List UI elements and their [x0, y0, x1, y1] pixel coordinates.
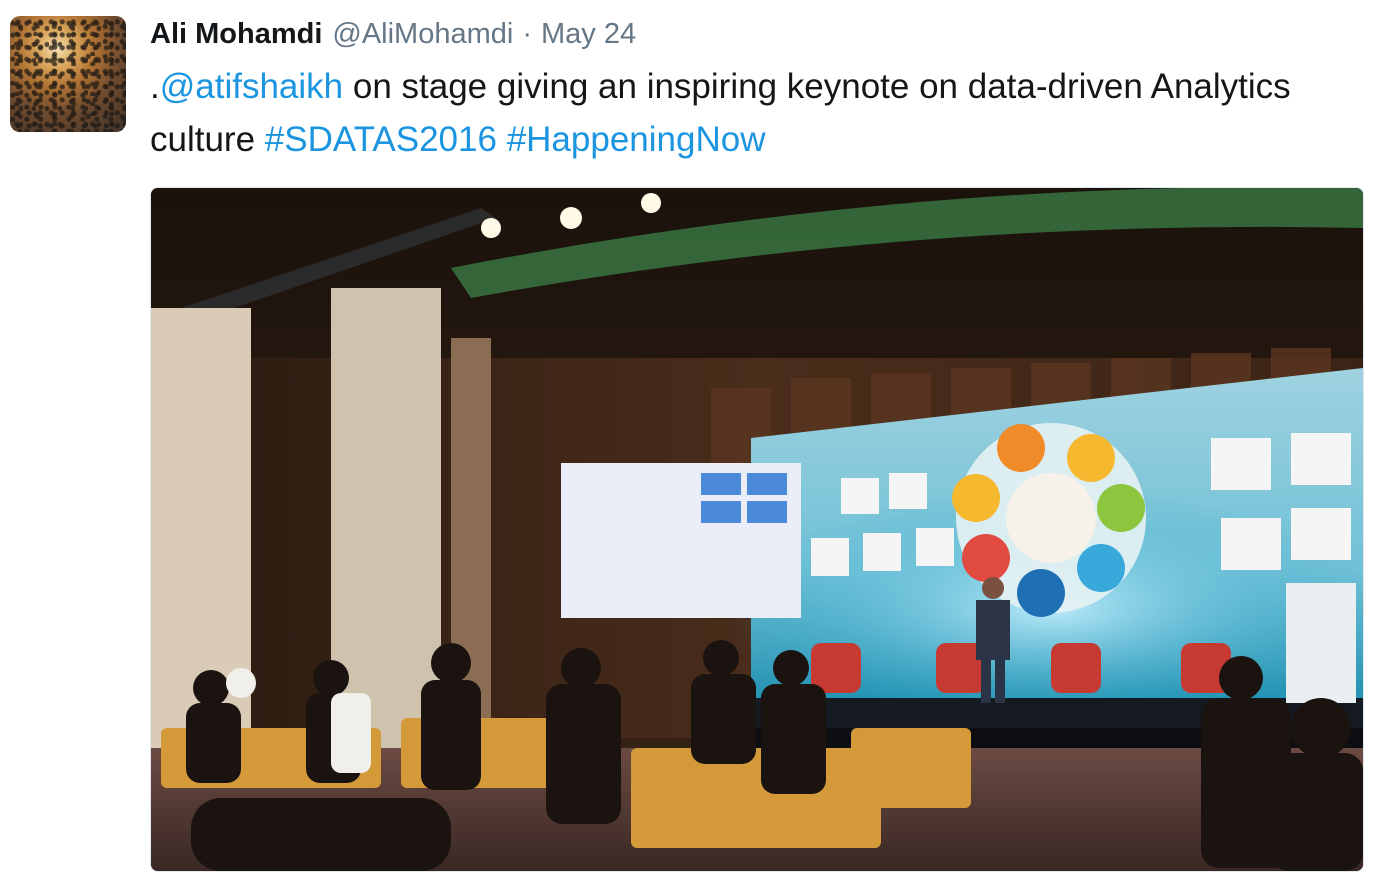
- tweet-photo[interactable]: [150, 187, 1364, 872]
- tweet-header: Ali Mohamdi @AliMohamdi · May 24: [150, 18, 636, 54]
- author-name[interactable]: Ali Mohamdi: [150, 18, 322, 51]
- tweet-date[interactable]: May 24: [541, 18, 636, 51]
- hashtag-link-happeningnow[interactable]: #HappeningNow: [507, 120, 766, 159]
- mention-link[interactable]: @atifshaikh: [160, 67, 343, 106]
- author-avatar[interactable]: [10, 16, 126, 132]
- text-prefix: .: [150, 67, 160, 106]
- conference-photo: [151, 188, 1363, 871]
- author-handle[interactable]: @AliMohamdi: [332, 18, 513, 51]
- avatar-image: [10, 16, 126, 132]
- tweet-text: .@atifshaikh on stage giving an inspirin…: [150, 60, 1350, 166]
- header-separator: ·: [522, 18, 533, 50]
- hashtag-link-sdatas2016[interactable]: #SDATAS2016: [265, 120, 497, 159]
